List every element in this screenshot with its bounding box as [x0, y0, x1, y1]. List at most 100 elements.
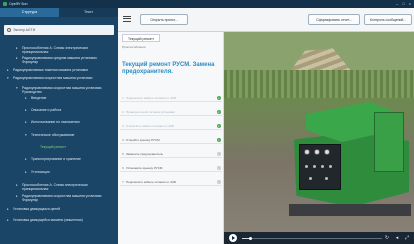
lesson-step[interactable]: 4. Откройте крышку РУСМ ✓ [120, 136, 222, 144]
sidebar-tabs: Cтрутура Текст [0, 8, 118, 17]
tree-item-label: Приспособления А. Схемы электрических пр… [22, 46, 89, 55]
step-text: Проверьте цепи питания установки [126, 110, 176, 114]
toolbar: Открыть проект... Сформировать отчет... … [118, 8, 414, 32]
lesson-step[interactable]: 2. Проверьте цепи питания установки ✓ [120, 108, 222, 116]
machine-side-box[interactable] [374, 112, 404, 172]
step-text: Подключите кабель питания от АКБ [126, 96, 176, 100]
search-icon [7, 27, 11, 32]
step-number: 6. [122, 166, 125, 170]
play-button[interactable] [229, 234, 237, 242]
control-panel[interactable] [299, 144, 341, 190]
check-icon: ✓ [216, 109, 221, 114]
tree-item-label: Радиоуправляемая скоростная машина устан… [22, 86, 103, 95]
make-report-button[interactable]: Сформировать отчет... [308, 14, 360, 25]
tree-item-label: Текущий ремонт [40, 145, 66, 149]
lesson-step[interactable]: 5. Замените предохранитель ✓ [120, 150, 222, 158]
pending-icon: ✓ [216, 165, 221, 170]
tree-item-label: Радиоуправляемая скоростная машина устан… [13, 76, 93, 80]
check-icon: ✓ [216, 137, 221, 142]
check-icon: ✓ [216, 123, 221, 128]
step-number: 7. [122, 180, 125, 184]
volume-icon[interactable]: ◂ [394, 235, 400, 241]
chevron-right-icon[interactable]: ▸ [25, 157, 27, 161]
tree-item-label: Описание и работа [31, 108, 62, 112]
check-icon: ✓ [216, 95, 221, 100]
replay-icon[interactable]: ↻ [384, 235, 390, 241]
pending-icon: ✓ [216, 179, 221, 184]
lesson-title: Текущий ремонт РУСМ. Замена предохраните… [122, 62, 215, 75]
chevron-right-icon[interactable]: ▸ [7, 207, 9, 211]
breadcrumb[interactable]: Приспособления [122, 45, 145, 49]
pending-icon: ✓ [216, 151, 221, 156]
gauge-icon [304, 149, 310, 155]
machine-skid [289, 204, 411, 216]
step-number: 4. [122, 138, 125, 142]
step-text: Замените предохранитель [126, 152, 164, 156]
tree-item-label: Установка движущаяся целей [13, 207, 61, 211]
step-text: Установите крышку РУСМ [126, 166, 163, 170]
minimize-icon[interactable]: – [396, 1, 398, 6]
timeline-slider[interactable] [242, 236, 382, 240]
chevron-right-icon[interactable]: ▸ [25, 120, 27, 124]
knob-icon[interactable] [329, 165, 332, 168]
lesson-step[interactable]: 7. Подключите кабель питания от АКБ ✓ [120, 178, 222, 186]
window-title: ОрвФУ 8он [9, 2, 28, 6]
chevron-right-icon[interactable]: ▸ [7, 218, 9, 222]
chevron-right-icon[interactable]: ▸ [16, 46, 18, 50]
gauge-icon [324, 149, 330, 155]
tree-item-label: Радиоуправляемая тяжелая машина установк… [13, 68, 88, 72]
knob-icon[interactable] [305, 165, 308, 168]
sidebar-search [4, 25, 114, 35]
remarks-button[interactable]: Контроль сообщений... [364, 14, 412, 25]
tree-item-label: Радиоуправляемая скоростная машина устан… [22, 194, 103, 203]
tree-item-label: Утилизация [31, 170, 50, 174]
fullscreen-icon[interactable]: ⤢ [404, 235, 410, 241]
sidebar: Cтрутура Текст ▸ Приспособления А. Схемы … [0, 8, 118, 244]
knob-icon[interactable] [321, 165, 324, 168]
fuse-holder-icon[interactable] [309, 177, 312, 180]
lesson-step[interactable]: 1. Подключите кабель питания от АКБ ✓ [120, 94, 222, 102]
tree-item-label: Введение [31, 96, 47, 100]
maximize-icon[interactable]: □ [402, 1, 404, 6]
window-controls: – □ × [396, 1, 411, 6]
chevron-down-icon[interactable]: ▾ [25, 133, 27, 137]
timeline-handle[interactable] [248, 236, 252, 240]
chevron-right-icon[interactable]: ▸ [25, 96, 27, 100]
3d-viewport[interactable]: ↻ ◂ ⤢ [224, 32, 414, 244]
chevron-right-icon[interactable]: ▸ [16, 183, 18, 187]
step-number: 3. [122, 124, 125, 128]
close-icon[interactable]: × [409, 1, 411, 6]
app-logo-icon [3, 2, 7, 6]
chevron-right-icon[interactable]: ▸ [25, 108, 27, 112]
fuse-holder-icon[interactable] [325, 177, 328, 180]
menu-icon[interactable] [123, 16, 131, 22]
lesson-panel: Текущий ремонт Приспособления Текущий ре… [118, 32, 224, 244]
chevron-right-icon[interactable]: ▸ [25, 170, 27, 174]
tree-item-label: Приспособления А. Схема электрическая пр… [22, 183, 88, 192]
chevron-right-icon[interactable]: ▸ [7, 68, 9, 72]
lesson-step[interactable]: 3. Отключите кабель питания от АКБ ✓ [120, 122, 222, 130]
lesson-tab[interactable]: Текущий ремонт [122, 34, 160, 42]
step-text: Откройте крышку РУСМ [126, 138, 160, 142]
chevron-right-icon[interactable]: ▸ [16, 194, 18, 198]
step-number: 1. [122, 96, 125, 100]
step-number: 5. [122, 152, 125, 156]
app-window: ОрвФУ 8он – □ × Cтрутура Текст ▸ Приспосо… [0, 0, 414, 244]
tab-structure[interactable]: Cтрутура [0, 8, 59, 17]
tree-item-label: Использование по назначению [31, 120, 80, 124]
gauge-icon [314, 149, 320, 155]
open-project-button[interactable]: Открыть проект... [140, 14, 188, 25]
lesson-step[interactable]: 6. Установите крышку РУСМ ✓ [120, 164, 222, 172]
chevron-down-icon[interactable]: ▾ [7, 76, 9, 80]
tree-item-label: Транспортирование и хранение [31, 157, 81, 161]
search-input[interactable] [13, 25, 113, 35]
player-controls: ↻ ◂ ⤢ [224, 232, 414, 244]
tree-item-label: Установка движущейся мишени (мишенная) [13, 218, 83, 222]
chevron-down-icon[interactable]: ▾ [16, 86, 18, 90]
knob-icon[interactable] [313, 165, 316, 168]
chevron-right-icon[interactable]: ▸ [16, 56, 18, 60]
step-text: Подключите кабель питания от АКБ [126, 180, 176, 184]
tree-item-label: Техническое обслуживание [31, 133, 75, 137]
tab-text[interactable]: Текст [59, 8, 118, 17]
tree-line [224, 70, 414, 100]
